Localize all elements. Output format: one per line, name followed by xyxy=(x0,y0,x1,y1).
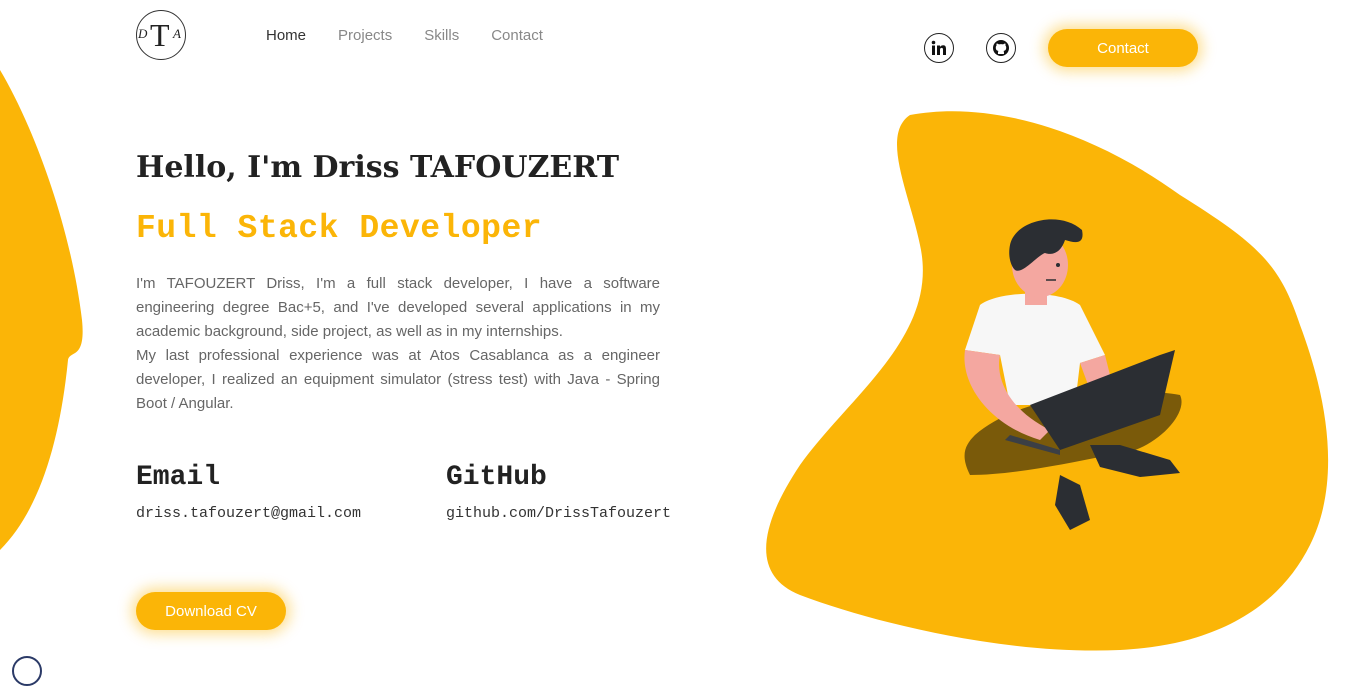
main-nav: Home Projects Skills Contact xyxy=(266,27,543,44)
logo-letter-a: A xyxy=(173,26,181,41)
hero-greeting: Hello, I'm Driss TAFOUZERT xyxy=(136,150,620,185)
email-block: Email driss.tafouzert@gmail.com xyxy=(136,462,361,522)
linkedin-icon[interactable] xyxy=(924,33,954,63)
decorative-blob-left xyxy=(0,70,83,550)
github-value[interactable]: github.com/DrissTafouzert xyxy=(446,505,671,522)
bio-paragraph-2: My last professional experience was at A… xyxy=(136,347,660,412)
email-label: Email xyxy=(136,462,221,493)
email-value[interactable]: driss.tafouzert@gmail.com xyxy=(136,505,361,522)
hero-bio: I'm TAFOUZERT Driss, I'm a full stack de… xyxy=(136,272,660,416)
bio-paragraph-1: I'm TAFOUZERT Driss, I'm a full stack de… xyxy=(136,275,660,340)
logo-letter-t: T xyxy=(150,17,170,53)
scroll-indicator-icon[interactable] xyxy=(12,656,42,686)
github-icon[interactable] xyxy=(986,33,1016,63)
nav-contact[interactable]: Contact xyxy=(491,27,543,44)
hero-illustration xyxy=(766,111,1329,651)
github-block: GitHub github.com/DrissTafouzert xyxy=(446,462,671,522)
nav-home[interactable]: Home xyxy=(266,27,306,44)
hero-role: Full Stack Developer xyxy=(136,210,543,247)
logo-letter-d: D xyxy=(138,26,148,41)
contact-button[interactable]: Contact xyxy=(1048,29,1198,67)
site-logo[interactable]: D T A xyxy=(136,10,186,60)
download-cv-button[interactable]: Download CV xyxy=(136,592,286,630)
github-label: GitHub xyxy=(446,462,547,493)
nav-projects[interactable]: Projects xyxy=(338,27,392,44)
nav-skills[interactable]: Skills xyxy=(424,27,459,44)
